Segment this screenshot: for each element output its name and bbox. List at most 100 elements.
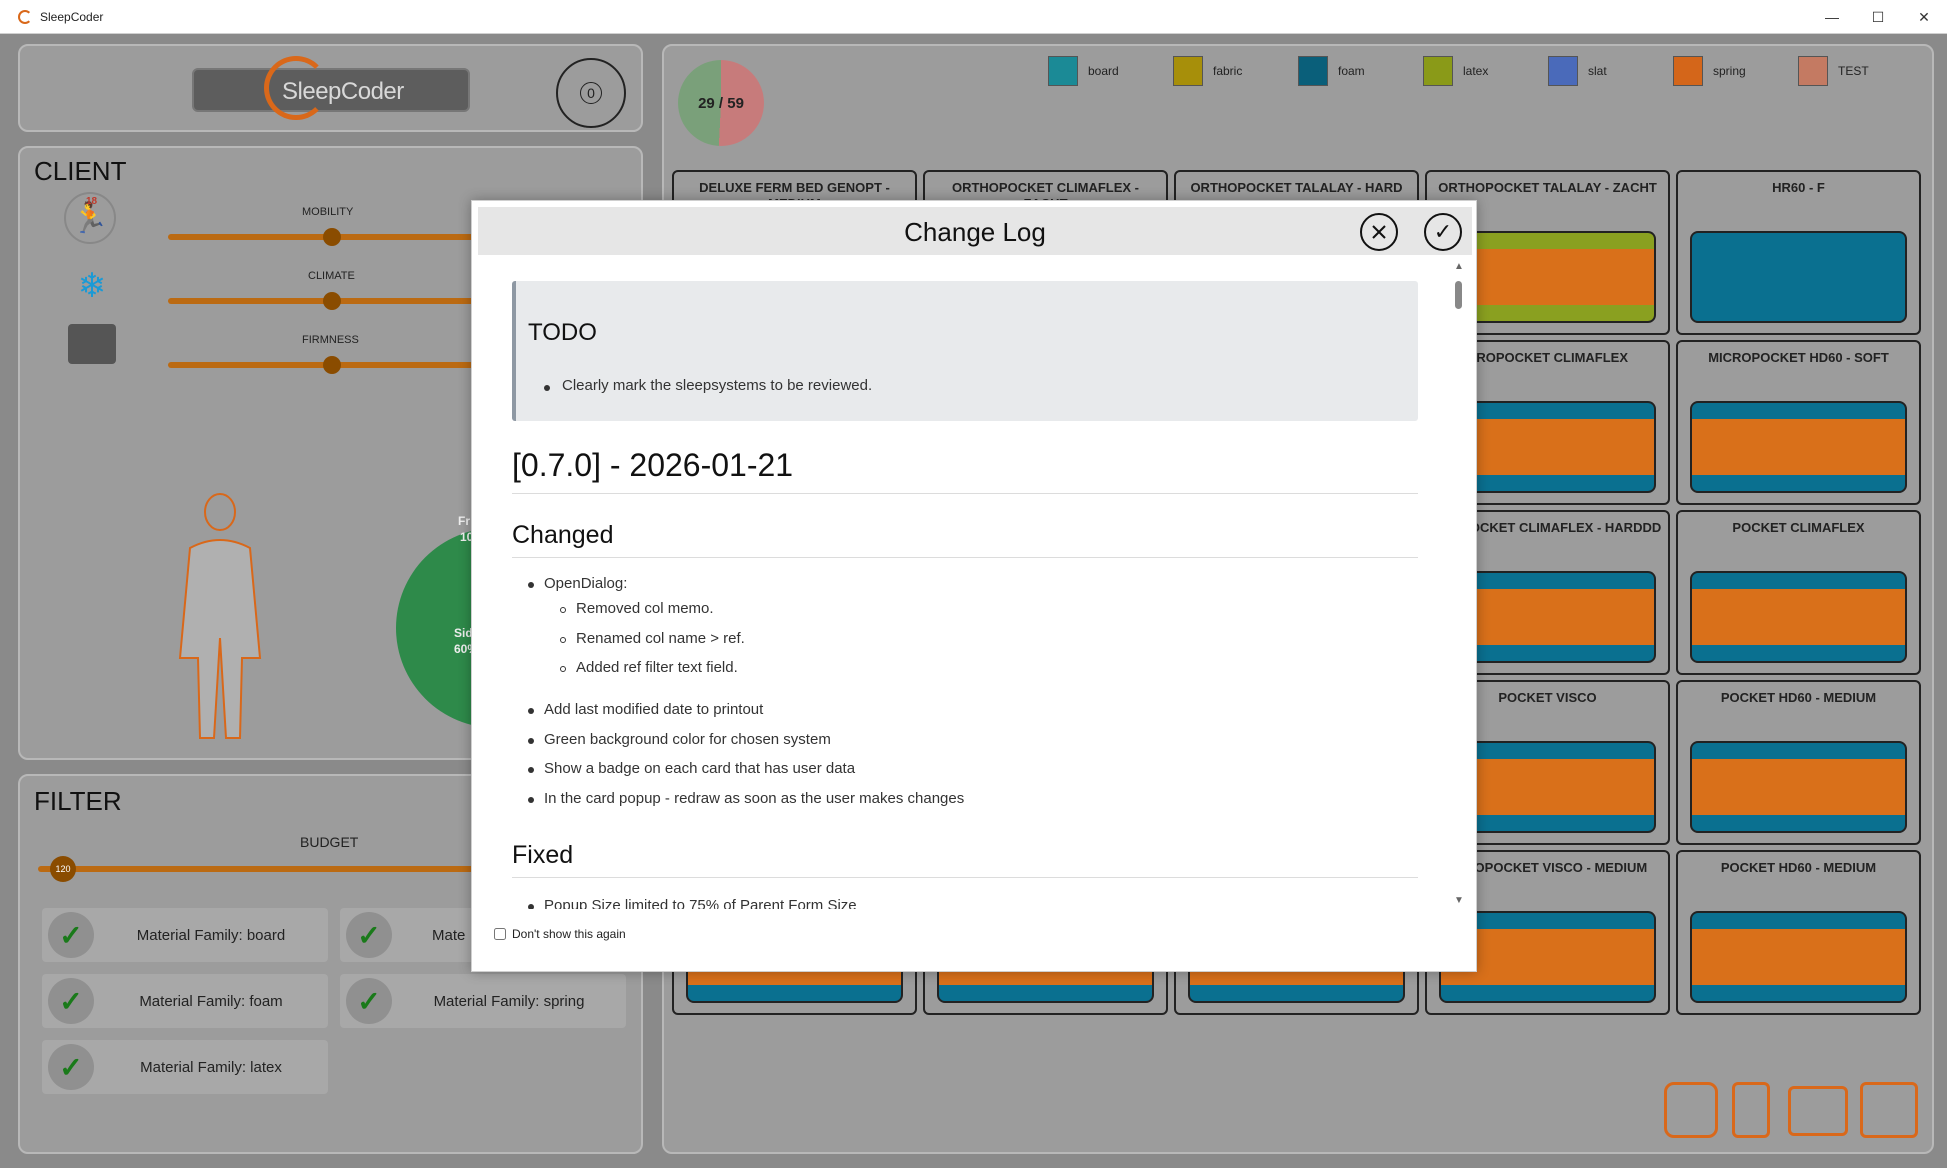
- climate-knob[interactable]: [323, 292, 341, 310]
- filter-chip-spring[interactable]: ✓ Material Family: spring: [340, 974, 626, 1028]
- scroll-up-icon[interactable]: ▲: [1454, 261, 1464, 272]
- budget-slider[interactable]: [38, 866, 488, 872]
- minimize-button[interactable]: —: [1809, 0, 1855, 34]
- list-item: Add last modified date to printout: [544, 701, 764, 718]
- changelog-content[interactable]: TODO Clearly mark the sleepsystems to be…: [512, 277, 1418, 909]
- legend-swatch: [1423, 56, 1453, 86]
- dialog-header: Change Log ✓: [478, 207, 1472, 255]
- maximize-button[interactable]: ☐: [1855, 0, 1901, 34]
- list-item: OpenDialog:: [544, 575, 628, 592]
- fixed-heading: Fixed: [512, 841, 574, 869]
- filter-chip-label: Material Family: foam: [139, 992, 283, 1010]
- card-title: HR60 - F: [1772, 180, 1825, 195]
- legend-item-foam: foam: [1298, 56, 1365, 86]
- layer-bar: [1690, 741, 1907, 833]
- filter-chip-board[interactable]: ✓ Material Family: board: [42, 908, 328, 962]
- sleep-system-card[interactable]: HR60 - F: [1676, 170, 1921, 335]
- bullet-icon: [528, 708, 534, 714]
- legend-label: board: [1088, 64, 1119, 78]
- close-button[interactable]: ✕: [1901, 0, 1947, 34]
- legend-label: spring: [1713, 64, 1746, 78]
- legend-item-board: board: [1048, 56, 1119, 86]
- sleep-system-card[interactable]: POCKET HD60 - MEDIUM: [1676, 850, 1921, 1015]
- dont-show-again-option[interactable]: Don't show this again: [494, 927, 626, 941]
- legend-label: foam: [1338, 64, 1365, 78]
- changed-heading: Changed: [512, 521, 614, 549]
- climate-label: CLIMATE: [308, 270, 355, 282]
- scroll-thumb[interactable]: [1455, 281, 1462, 309]
- budget-knob[interactable]: 120: [50, 856, 76, 882]
- sleep-system-card[interactable]: MICROPOCKET HD60 - SOFT: [1676, 340, 1921, 505]
- firmness-label: FIRMNESS: [302, 334, 359, 346]
- card-title: POCKET HD60 - MEDIUM: [1720, 860, 1877, 875]
- legend-swatch: [1548, 56, 1578, 86]
- changelog-scrollbar[interactable]: ▲ ▼: [1450, 261, 1468, 911]
- scroll-down-icon[interactable]: ▼: [1454, 895, 1464, 906]
- window-controls: — ☐ ✕: [1809, 0, 1947, 34]
- bullet-icon: [560, 666, 566, 672]
- match-count-text: 29 / 59: [698, 94, 744, 112]
- legend-label: slat: [1588, 64, 1607, 78]
- filter-chip-latex[interactable]: ✓ Material Family: latex: [42, 1040, 328, 1094]
- logo: SleepCoder: [192, 56, 470, 120]
- legend-swatch: [1173, 56, 1203, 86]
- bullet-icon: [560, 607, 566, 613]
- bullet-icon: [528, 738, 534, 744]
- list-item: Popup Size limited to 75% of Parent Form…: [544, 897, 857, 909]
- divider: [512, 493, 1418, 494]
- filter-chip-foam[interactable]: ✓ Material Family: foam: [42, 974, 328, 1028]
- layer-bar: [1690, 231, 1907, 323]
- match-count-pie: 29 / 59: [678, 60, 764, 146]
- bullet-icon: [544, 385, 550, 391]
- card-title: ORTHOPOCKET TALALAY - HARD: [1190, 180, 1403, 195]
- layer-bar: [1690, 911, 1907, 1003]
- legend-label: latex: [1463, 64, 1489, 78]
- list-item: Added ref filter text field.: [576, 659, 738, 676]
- legend-swatch: [1298, 56, 1328, 86]
- counter-button[interactable]: 0: [556, 58, 626, 128]
- title-bar: SleepCoder — ☐ ✕: [0, 0, 1947, 34]
- legend-item-latex: latex: [1423, 56, 1488, 86]
- change-log-dialog: Change Log ✓ TODO Clearly mark the sleep…: [471, 200, 1477, 972]
- folder-icon[interactable]: [1788, 1086, 1848, 1136]
- layer-bar: [1690, 401, 1907, 493]
- list-item: Renamed col name > ref.: [576, 630, 745, 647]
- check-icon: ✓: [346, 912, 392, 958]
- firmness-knob[interactable]: [323, 356, 341, 374]
- check-icon: ✓: [48, 1044, 94, 1090]
- bullet-icon: [528, 767, 534, 773]
- version-heading: [0.7.0] - 2026-01-21: [512, 447, 794, 483]
- divider: [512, 877, 1418, 878]
- notes-icon[interactable]: [1664, 1082, 1718, 1138]
- printer-icon[interactable]: [1860, 1082, 1918, 1138]
- close-icon: [1372, 225, 1386, 239]
- legend-swatch: [1673, 56, 1703, 86]
- card-title: POCKET HD60 - MEDIUM: [1720, 690, 1877, 705]
- legend-item-slat: slat: [1548, 56, 1607, 86]
- card-title: POCKET CLIMAFLEX: [1732, 520, 1865, 535]
- legend-label: fabric: [1213, 64, 1243, 78]
- filter-chip-label: Material Family: spring: [433, 992, 585, 1010]
- bookmark-icon[interactable]: [1732, 1082, 1770, 1138]
- body-figure-icon: [178, 493, 262, 739]
- todo-heading: TODO: [528, 319, 597, 346]
- todo-item: Clearly mark the sleepsystems to be revi…: [562, 377, 873, 394]
- legend-swatch: [1798, 56, 1828, 86]
- mobility-knob[interactable]: [323, 228, 341, 246]
- logo-text: SleepCoder: [282, 78, 404, 105]
- dialog-confirm-button[interactable]: ✓: [1424, 213, 1462, 251]
- dialog-close-button[interactable]: [1360, 213, 1398, 251]
- sleep-system-card[interactable]: POCKET CLIMAFLEX: [1676, 510, 1921, 675]
- bullet-icon: [528, 797, 534, 803]
- dont-show-again-checkbox[interactable]: [494, 928, 506, 940]
- legend-swatch: [1048, 56, 1078, 86]
- bullet-icon: [528, 582, 534, 588]
- client-title: CLIENT: [34, 156, 127, 186]
- card-title: ORTHOPOCKET TALALAY - ZACHT: [1438, 180, 1657, 195]
- list-item: In the card popup - redraw as soon as th…: [544, 790, 965, 807]
- sleep-system-card[interactable]: POCKET HD60 - MEDIUM: [1676, 680, 1921, 845]
- divider: [512, 557, 1418, 558]
- legend-item-fabric: fabric: [1173, 56, 1242, 86]
- todo-block: TODO Clearly mark the sleepsystems to be…: [512, 281, 1418, 421]
- snowflake-icon: ❄: [77, 267, 107, 305]
